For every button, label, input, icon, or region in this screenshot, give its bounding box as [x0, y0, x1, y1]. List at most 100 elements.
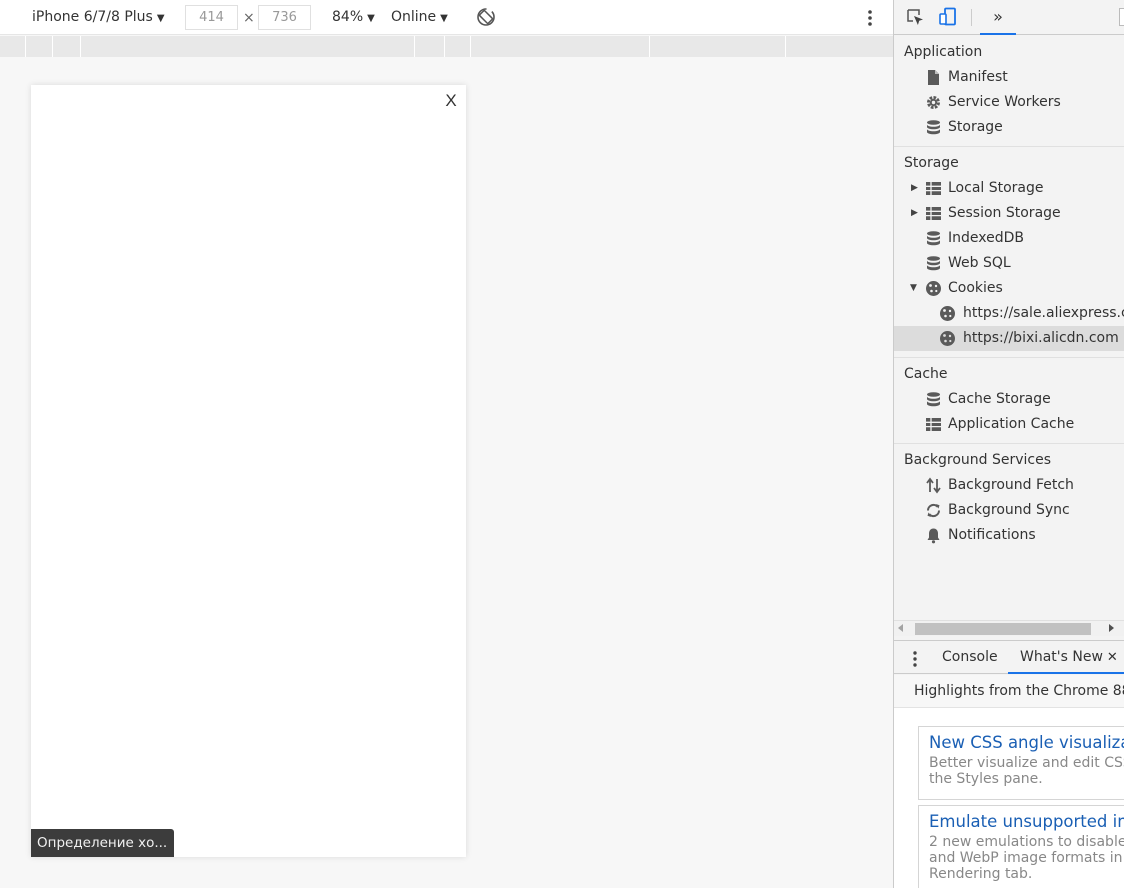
gear-icon: [927, 96, 940, 109]
sidebar-item-notifications[interactable]: Notifications: [894, 523, 1124, 548]
sidebar-item-service-workers[interactable]: Service Workers: [894, 90, 1124, 115]
cookie-icon: [926, 281, 941, 296]
grid-icon: [926, 418, 941, 431]
card-title[interactable]: New CSS angle visualization tools: [929, 731, 1124, 755]
sidebar-item-indexeddb[interactable]: IndexedDB: [894, 226, 1124, 251]
sidebar-item-cookie-origin-selected[interactable]: https://bixi.alicdn.com: [894, 326, 1124, 351]
device-select[interactable]: iPhone 6/7/8 Plus ▼: [32, 0, 165, 35]
sidebar-item-label: Application Cache: [948, 416, 1075, 432]
more-options-icon[interactable]: [862, 8, 878, 28]
sidebar-item-cookies[interactable]: ▼ Cookies: [894, 276, 1124, 301]
sidebar-item-cookie-origin[interactable]: https://sale.aliexpress.com: [894, 301, 1124, 326]
section-storage: Storage ▶ Local Storage ▶ Session Storag…: [894, 147, 1124, 358]
inspect-element-icon[interactable]: [906, 8, 925, 27]
width-input[interactable]: 414: [185, 5, 238, 30]
grid-icon: [926, 207, 941, 220]
collapse-arrow-icon[interactable]: ▼: [910, 276, 917, 301]
sidebar-item-label: Web SQL: [948, 255, 1011, 271]
expand-arrow-icon[interactable]: ▶: [911, 201, 918, 226]
status-tooltip: Определение хо...: [31, 829, 174, 857]
scroll-left-icon[interactable]: [898, 624, 903, 632]
grid-icon: [926, 182, 941, 195]
ruler-tick: [444, 36, 445, 57]
device-name: iPhone 6/7/8 Plus: [32, 9, 153, 25]
network-select[interactable]: Online ▼: [391, 0, 448, 35]
media-query-ruler[interactable]: [0, 36, 893, 57]
document-icon: [928, 70, 939, 85]
sidebar-item-session-storage[interactable]: ▶ Session Storage: [894, 201, 1124, 226]
ruler-tick: [25, 36, 26, 57]
drawer-menu-icon[interactable]: [908, 650, 922, 668]
sidebar-item-label: Service Workers: [948, 94, 1061, 110]
card-title[interactable]: Emulate unsupported image types: [929, 810, 1124, 834]
sidebar-item-local-storage[interactable]: ▶ Local Storage: [894, 176, 1124, 201]
section-title: Background Services: [904, 452, 1052, 468]
sidebar-item-background-sync[interactable]: Background Sync: [894, 498, 1124, 523]
height-input[interactable]: 736: [258, 5, 311, 30]
sidebar-item-cache-storage[interactable]: Cache Storage: [894, 387, 1124, 412]
device-viewport[interactable]: X: [31, 85, 466, 857]
devtools-toolbar: »: [894, 0, 1124, 35]
more-tabs-button[interactable]: »: [980, 0, 1016, 35]
sidebar-item-label: Manifest: [948, 69, 1008, 85]
database-icon: [927, 256, 940, 271]
scroll-right-icon[interactable]: [1109, 624, 1114, 632]
panel-edge: [1119, 8, 1124, 26]
ruler-tick: [649, 36, 650, 57]
bell-icon: [927, 528, 940, 544]
sidebar-item-label: Cache Storage: [948, 391, 1051, 407]
sidebar-item-manifest[interactable]: Manifest: [894, 65, 1124, 90]
chevron-down-icon: ▼: [440, 13, 448, 24]
horizontal-scrollbar[interactable]: [894, 620, 1124, 636]
sidebar-item-background-fetch[interactable]: Background Fetch: [894, 473, 1124, 498]
close-tab-icon[interactable]: ✕: [1107, 650, 1118, 665]
sidebar-item-label: IndexedDB: [948, 230, 1024, 246]
card-desc-line: the Styles pane.: [929, 771, 1043, 787]
feature-card[interactable]: New CSS angle visualization tools Better…: [918, 726, 1124, 800]
sidebar-item-web-sql[interactable]: Web SQL: [894, 251, 1124, 276]
card-desc-line: and WebP image formats in the: [929, 850, 1124, 866]
whats-new-pane: Highlights from the Chrome 88 update New…: [894, 675, 1124, 888]
tab-console[interactable]: Console: [934, 641, 1006, 674]
drawer-tabbar: Console What's New ✕: [894, 640, 1124, 674]
sidebar-item-application-cache[interactable]: Application Cache: [894, 412, 1124, 437]
device-toggle-icon[interactable]: [938, 7, 958, 27]
feature-card[interactable]: Emulate unsupported image types 2 new em…: [918, 805, 1124, 888]
section-application: Application Manifest Service Workers Sto…: [894, 36, 1124, 147]
card-desc-line: Better visualize and edit CSS angles in: [929, 755, 1124, 771]
sidebar-item-label: Session Storage: [948, 205, 1061, 221]
emulation-area: iPhone 6/7/8 Plus ▼ 414 × 736 84% ▼ Online…: [0, 0, 893, 888]
sidebar-item-label: https://bixi.alicdn.com: [963, 330, 1119, 346]
section-background-services: Background Services Background Fetch Bac…: [894, 444, 1124, 554]
toolbar-divider: [971, 9, 972, 26]
sidebar-item-label: Background Sync: [948, 502, 1070, 518]
devtools-panel: » Application Manifest Service Workers S…: [893, 0, 1124, 888]
section-title: Application: [904, 44, 983, 60]
times-icon: ×: [243, 10, 255, 26]
ruler-tick: [470, 36, 471, 57]
zoom-select[interactable]: 84% ▼: [332, 0, 375, 35]
cookie-icon: [940, 306, 955, 321]
ruler-tick: [785, 36, 786, 57]
sidebar-item-label: Cookies: [948, 280, 1003, 296]
sidebar-item-label: https://sale.aliexpress.com: [963, 305, 1124, 321]
rotate-icon[interactable]: [476, 7, 496, 27]
ruler-tick: [414, 36, 415, 57]
sidebar-item-label: Storage: [948, 119, 1003, 135]
tab-label: What's New: [1020, 649, 1103, 665]
section-cache: Cache Cache Storage Application Cache: [894, 358, 1124, 444]
database-icon: [927, 231, 940, 246]
expand-arrow-icon[interactable]: ▶: [911, 176, 918, 201]
up-down-arrows-icon: [926, 477, 941, 494]
cookie-icon: [940, 331, 955, 346]
chevron-down-icon: ▼: [367, 13, 375, 24]
close-button[interactable]: X: [444, 91, 458, 111]
ruler-tick: [52, 36, 53, 57]
sidebar-item-label: Notifications: [948, 527, 1036, 543]
zoom-value: 84%: [332, 9, 364, 25]
sidebar-item-label: Background Fetch: [948, 477, 1074, 493]
highlights-header: Highlights from the Chrome 88 update: [894, 675, 1124, 708]
scrollbar-thumb[interactable]: [915, 623, 1091, 635]
sidebar-item-storage[interactable]: Storage: [894, 115, 1124, 140]
tab-whats-new[interactable]: What's New ✕: [1008, 641, 1124, 674]
